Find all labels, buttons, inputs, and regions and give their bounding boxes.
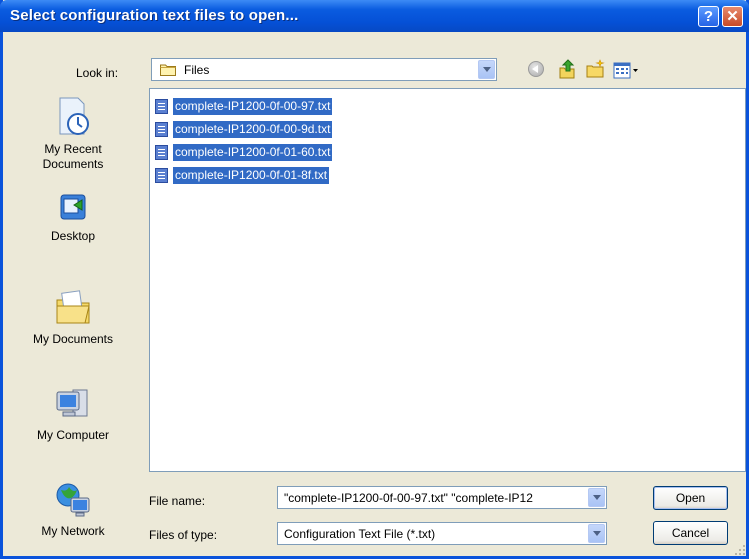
look-in-dropdown[interactable]: Files <box>151 58 497 81</box>
place-label: Desktop <box>50 229 96 243</box>
places-bar: My Recent Documents Desktop My Documents <box>3 88 143 548</box>
place-my-computer[interactable]: My Computer <box>3 386 143 443</box>
file-type-label: Files of type: <box>149 528 218 542</box>
file-name: complete-IP1200-0f-00-97.txt <box>173 98 333 115</box>
list-item[interactable]: complete-IP1200-0f-00-97.txt <box>155 97 333 116</box>
new-folder-icon[interactable] <box>585 58 607 80</box>
list-item[interactable]: complete-IP1200-0f-01-8f.txt <box>155 166 330 185</box>
text-file-icon <box>155 99 168 114</box>
title-bar[interactable]: Select configuration text files to open.… <box>0 0 749 32</box>
resize-grip-icon[interactable] <box>734 544 746 556</box>
place-my-network[interactable]: My Network <box>3 480 143 539</box>
place-label: Documents <box>42 157 104 171</box>
file-list[interactable]: complete-IP1200-0f-00-97.txt complete-IP… <box>149 88 746 472</box>
up-folder-icon[interactable] <box>557 58 577 80</box>
file-name: complete-IP1200-0f-01-60.txt <box>173 144 333 161</box>
recent-documents-icon <box>59 97 89 135</box>
file-name: complete-IP1200-0f-01-8f.txt <box>173 167 330 184</box>
help-button[interactable]: ? <box>698 6 719 27</box>
place-desktop[interactable]: Desktop <box>3 193 143 244</box>
back-icon[interactable] <box>528 61 544 77</box>
my-documents-icon <box>56 290 90 324</box>
place-label: My Documents <box>32 332 114 346</box>
file-name-label: File name: <box>149 494 206 508</box>
close-button[interactable]: ✕ <box>722 6 743 27</box>
text-file-icon <box>155 168 168 183</box>
text-file-icon <box>155 145 168 160</box>
look-in-value: Files <box>184 63 210 77</box>
my-computer-icon <box>56 389 88 417</box>
folder-icon <box>160 64 176 76</box>
file-name-input[interactable]: "complete-IP1200-0f-00-97.txt" "complete… <box>284 491 584 505</box>
place-label: My Recent <box>44 142 102 156</box>
file-type-dropdown[interactable]: Configuration Text File (*.txt) <box>277 522 607 545</box>
file-name: complete-IP1200-0f-00-9d.txt <box>173 121 333 138</box>
my-network-icon <box>56 483 90 517</box>
place-label: My Network <box>41 524 105 538</box>
list-item[interactable]: complete-IP1200-0f-01-60.txt <box>155 143 333 162</box>
place-label: My Computer <box>36 428 110 442</box>
file-name-dropdown-arrow[interactable] <box>588 488 605 507</box>
look-in-dropdown-arrow[interactable] <box>478 60 495 79</box>
look-in-label: Look in: <box>76 66 119 80</box>
desktop-icon <box>60 194 86 220</box>
list-item[interactable]: complete-IP1200-0f-00-9d.txt <box>155 120 333 139</box>
cancel-button[interactable]: Cancel <box>653 521 728 545</box>
window-title: Select configuration text files to open.… <box>10 7 299 24</box>
file-type-value: Configuration Text File (*.txt) <box>284 527 436 541</box>
text-file-icon <box>155 122 168 137</box>
open-button[interactable]: Open <box>653 486 728 510</box>
file-type-dropdown-arrow[interactable] <box>588 524 605 543</box>
place-my-recent-documents[interactable]: My Recent Documents <box>3 96 143 172</box>
place-my-documents[interactable]: My Documents <box>3 288 143 347</box>
view-menu-icon[interactable] <box>613 60 639 82</box>
open-file-dialog: Select configuration text files to open.… <box>0 0 749 559</box>
file-name-combo[interactable]: "complete-IP1200-0f-00-97.txt" "complete… <box>277 486 607 509</box>
